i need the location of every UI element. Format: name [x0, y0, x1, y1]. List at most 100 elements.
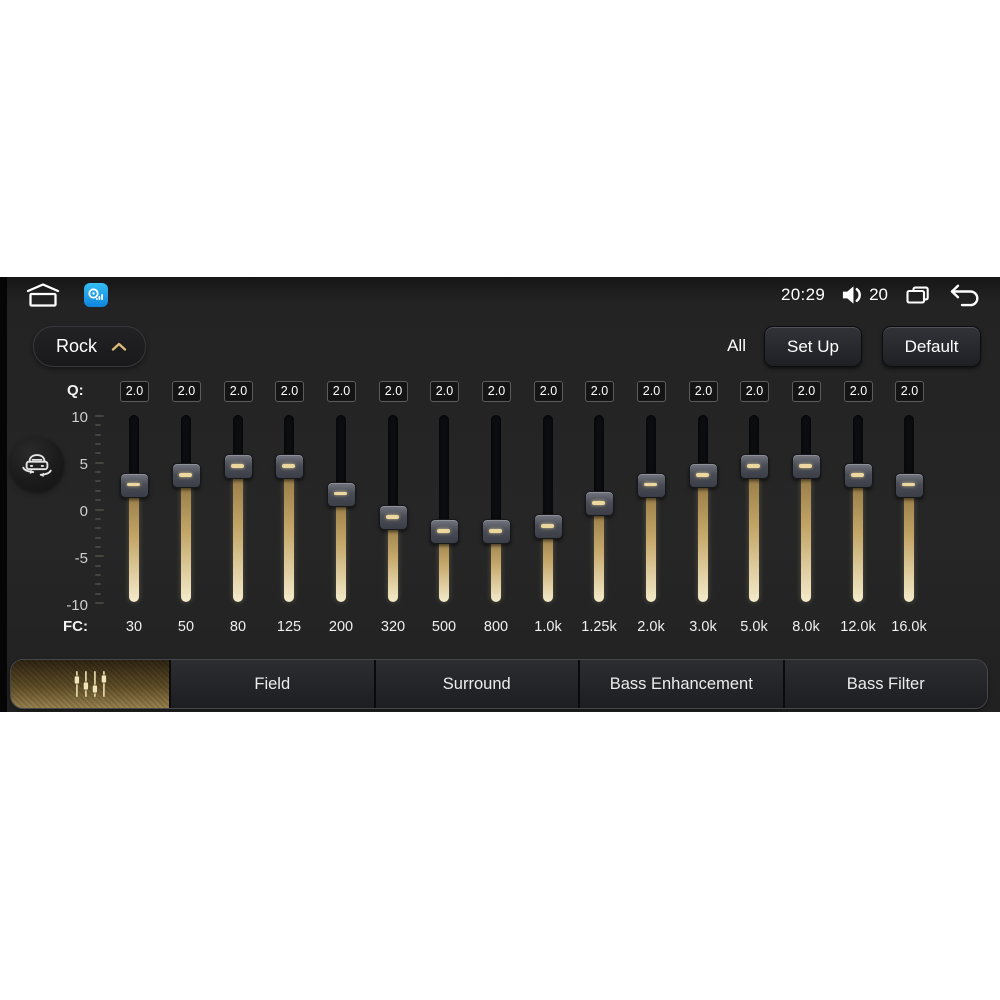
status-bar: 20:29 20	[0, 277, 1000, 313]
q-value-80[interactable]: 2.0	[224, 381, 253, 402]
slider-thumb-500[interactable]	[430, 519, 459, 545]
preset-dropdown[interactable]: Rock	[33, 326, 147, 367]
fc-value-label: 16.0k	[891, 619, 927, 635]
slider-fill	[284, 465, 294, 602]
eq-band-2.0k: 2.0 2.0k	[625, 381, 677, 643]
speaker-icon	[841, 284, 864, 306]
volume-level: 20	[869, 285, 888, 304]
recent-apps-icon[interactable]	[904, 283, 932, 307]
all-label[interactable]: All	[727, 326, 746, 365]
slider-thumb-3.0k[interactable]	[689, 463, 718, 489]
tab-equalizer[interactable]	[11, 660, 171, 708]
slider-fill	[181, 474, 191, 602]
fc-value-label: 5.0k	[740, 619, 768, 635]
tab-bass-enhancement[interactable]: Bass Enhancement	[580, 660, 785, 708]
slider-fill	[853, 474, 863, 602]
fc-value-label: 800	[483, 619, 509, 635]
eq-band-500: 2.0 500	[418, 381, 470, 643]
slider-thumb-16.0k[interactable]	[895, 472, 924, 498]
slider-fill	[749, 465, 759, 602]
eq-band-30: 2.0 30	[108, 381, 160, 643]
fc-value-label: 500	[431, 619, 457, 635]
eq-band-200: 2.0 200	[315, 381, 367, 643]
q-value-5.0k[interactable]: 2.0	[740, 381, 769, 402]
slider-thumb-2.0k[interactable]	[637, 472, 666, 498]
fc-value-label: 2.0k	[637, 619, 665, 635]
fc-value-label: 1.0k	[534, 619, 562, 635]
slider-fill	[904, 484, 914, 602]
home-icon[interactable]	[24, 282, 62, 308]
fc-value-label: 8.0k	[792, 619, 820, 635]
slider-thumb-30[interactable]	[120, 472, 149, 498]
screen-bezel-left	[0, 277, 7, 712]
q-value-800[interactable]: 2.0	[482, 381, 511, 402]
eq-band-1.25k: 2.0 1.25k	[573, 381, 625, 643]
slider-thumb-8.0k[interactable]	[792, 454, 821, 479]
slider-thumb-12.0k[interactable]	[844, 463, 873, 489]
tab-surround-label: Surround	[442, 674, 511, 693]
tab-bass-enhancement-label: Bass Enhancement	[609, 674, 753, 693]
slider-thumb-50[interactable]	[172, 463, 201, 489]
slider-fill	[129, 484, 139, 602]
slider-fill	[646, 484, 656, 602]
eq-band-5.0k: 2.0 5.0k	[728, 381, 780, 643]
slider-fill	[336, 493, 346, 602]
q-value-1.0k[interactable]: 2.0	[534, 381, 563, 402]
slider-thumb-1.0k[interactable]	[534, 514, 563, 540]
eq-band-80: 2.0 80	[212, 381, 264, 643]
q-value-50[interactable]: 2.0	[172, 381, 201, 402]
q-value-3.0k[interactable]: 2.0	[689, 381, 718, 402]
q-value-12.0k[interactable]: 2.0	[844, 381, 873, 402]
q-value-500[interactable]: 2.0	[430, 381, 459, 402]
slider-thumb-800[interactable]	[482, 519, 511, 545]
tab-bar: Field Surround Bass Enhancement Bass Filter	[10, 659, 988, 709]
fc-value-label: 12.0k	[840, 619, 876, 635]
equalizer-app: 20:29 20 Rock All Set Up Default Q: FC: …	[0, 277, 1000, 712]
q-value-8.0k[interactable]: 2.0	[792, 381, 821, 402]
fc-value-label: 3.0k	[689, 619, 717, 635]
eq-band-320: 2.0 320	[367, 381, 419, 643]
eq-band-3.0k: 2.0 3.0k	[677, 381, 729, 643]
clock: 20:29	[781, 285, 826, 304]
fc-value-label: 125	[276, 619, 302, 635]
q-value-125[interactable]: 2.0	[275, 381, 304, 402]
tab-surround[interactable]: Surround	[375, 660, 580, 708]
slider-fill	[233, 465, 243, 602]
q-value-2.0k[interactable]: 2.0	[637, 381, 666, 402]
eq-bands: 2.0 30 2.0 50 2.0 80 2.0 125 2.0 200 2.0 320 2.0 500 2…	[0, 381, 1000, 643]
slider-thumb-200[interactable]	[327, 481, 356, 507]
slider-fill	[698, 474, 708, 602]
tab-bass-filter-label: Bass Filter	[846, 674, 925, 693]
setup-button[interactable]: Set Up	[764, 326, 862, 367]
ai-assistant-app-icon[interactable]	[84, 283, 108, 307]
tab-bass-filter[interactable]: Bass Filter	[784, 660, 987, 708]
eq-band-50: 2.0 50	[160, 381, 212, 643]
slider-thumb-125[interactable]	[275, 454, 304, 479]
tab-field[interactable]: Field	[171, 660, 376, 708]
slider-thumb-320[interactable]	[379, 505, 408, 531]
fc-value-label: 80	[229, 619, 247, 635]
fc-value-label: 1.25k	[581, 619, 617, 635]
q-value-30[interactable]: 2.0	[120, 381, 149, 402]
fc-value-label: 30	[125, 619, 143, 635]
eq-band-12.0k: 2.0 12.0k	[832, 381, 884, 643]
equalizer-panel: Q: FC: 10 5 0 -5 -10 2.0 30 2.0 50 2.0 80 2.0 125 2.…	[0, 381, 1000, 643]
screenshot-canvas: 20:29 20 Rock All Set Up Default Q: FC: …	[0, 0, 1000, 1000]
eq-band-16.0k: 2.0 16.0k	[883, 381, 935, 643]
slider-thumb-1.25k[interactable]	[585, 491, 614, 517]
q-value-320[interactable]: 2.0	[379, 381, 408, 402]
slider-thumb-5.0k[interactable]	[740, 454, 769, 479]
preset-label: Rock	[56, 336, 98, 356]
eq-band-125: 2.0 125	[263, 381, 315, 643]
q-value-1.25k[interactable]: 2.0	[585, 381, 614, 402]
q-value-16.0k[interactable]: 2.0	[895, 381, 924, 402]
default-button[interactable]: Default	[882, 326, 981, 367]
slider-fill	[594, 502, 604, 602]
fc-value-label: 200	[328, 619, 354, 635]
back-icon[interactable]	[948, 283, 980, 307]
equalizer-sliders-icon	[74, 671, 107, 697]
eq-band-800: 2.0 800	[470, 381, 522, 643]
slider-thumb-80[interactable]	[224, 454, 253, 479]
slider-fill	[801, 465, 811, 602]
q-value-200[interactable]: 2.0	[327, 381, 356, 402]
